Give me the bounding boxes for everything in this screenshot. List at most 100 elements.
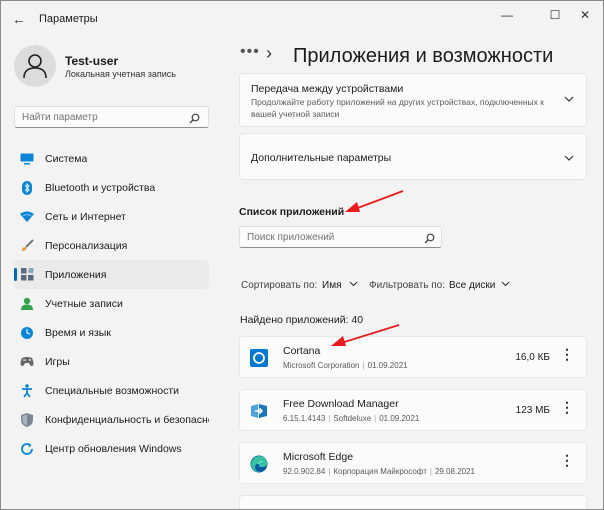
app-size: 16,0 КБ — [515, 352, 550, 363]
accessibility-icon — [20, 383, 34, 398]
app-name: Free Download Manager — [283, 398, 399, 410]
sidebar-item-personalization[interactable]: Персонализация — [14, 231, 209, 260]
app-meta: 92.0.902.84 | Корпорация Майкрософт | 29.08.… — [283, 467, 475, 476]
sidebar-item-label: Конфиденциальность и безопасность — [45, 413, 209, 426]
apps-found-count: Найдено приложений: 40 — [240, 314, 364, 326]
edge-icon — [250, 455, 268, 473]
app-row-free-download-manager[interactable]: Free Download Manager 6.15.1.4143 | Softde… — [239, 389, 587, 431]
meta-separator: | — [328, 414, 331, 423]
sidebar-item-windows-update[interactable]: Центр обновления Windows — [14, 434, 209, 463]
title-bar: ← Параметры — ☐ ✕ — [1, 1, 603, 35]
back-button[interactable]: ← — [9, 9, 29, 29]
maximize-button[interactable]: ☐ — [539, 5, 571, 25]
sidebar-item-time-language[interactable]: Время и язык — [14, 318, 209, 347]
sidebar-item-accounts[interactable]: Учетные записи — [14, 289, 209, 318]
sidebar-item-gaming[interactable]: Игры — [14, 347, 209, 376]
settings-window: ← Параметры — ☐ ✕ Test-user Локальная уч… — [0, 0, 604, 510]
app-install-date: 01.09.2021 — [379, 414, 420, 423]
app-publisher: Корпорация Майкрософт — [333, 467, 427, 476]
wifi-icon — [20, 210, 34, 224]
person-icon — [20, 297, 34, 311]
card-title: Передача между устройствами — [251, 83, 404, 95]
user-avatar-icon — [23, 54, 47, 79]
sidebar-item-apps[interactable]: Приложения — [14, 260, 209, 289]
minimize-button[interactable]: — — [491, 5, 523, 25]
sidebar-item-label: Система — [45, 152, 88, 165]
close-button[interactable]: ✕ — [569, 5, 601, 25]
sort-label: Сортировать по: — [241, 280, 318, 291]
app-row-microsoft-edge[interactable]: Microsoft Edge 92.0.902.84 | Корпорация Ма… — [239, 442, 587, 484]
app-row-partial[interactable] — [239, 495, 587, 509]
fdm-icon — [250, 402, 268, 420]
app-install-date: 01.09.2021 — [367, 361, 408, 370]
sidebar-item-label: Учетные записи — [45, 297, 123, 310]
sidebar-item-system[interactable]: Система — [14, 144, 209, 173]
breadcrumb-separator: › — [266, 43, 272, 63]
app-row-cortana[interactable]: Cortana Microsoft Corporation | 01.09.2021… — [239, 336, 587, 378]
settings-search-input[interactable] — [15, 107, 175, 128]
share-across-devices-card[interactable]: Передача между устройствами Продолжайте … — [239, 73, 587, 127]
app-meta: Microsoft Corporation | 01.09.2021 — [283, 361, 408, 370]
filter-dropdown[interactable]: Все диски — [449, 280, 495, 291]
app-publisher: Microsoft Corporation — [283, 361, 360, 370]
chevron-down-icon[interactable] — [564, 153, 574, 164]
app-search-input[interactable] — [240, 227, 410, 248]
search-icon[interactable] — [189, 111, 200, 129]
chevron-down-icon[interactable] — [564, 94, 574, 105]
more-options-icon[interactable]: ⋮ — [560, 347, 574, 361]
more-options-icon[interactable]: ⋮ — [560, 400, 574, 414]
update-icon — [20, 442, 34, 456]
sidebar-item-network[interactable]: Сеть и Интернет — [14, 202, 209, 231]
sidebar-item-label: Bluetooth и устройства — [45, 181, 156, 194]
app-name: Cortana — [283, 345, 321, 357]
sidebar-item-label: Время и язык — [45, 326, 111, 339]
sidebar-item-accessibility[interactable]: Специальные возможности — [14, 376, 209, 405]
meta-separator: | — [328, 467, 331, 476]
monitor-icon — [20, 152, 34, 166]
avatar[interactable] — [14, 45, 56, 87]
cortana-icon — [250, 349, 268, 367]
profile-account-type: Локальная учетная запись — [65, 69, 176, 79]
sidebar-item-label: Центр обновления Windows — [45, 442, 182, 455]
brush-icon — [20, 239, 34, 253]
filter-label: Фильтровать по: — [369, 280, 446, 291]
profile-name: Test-user — [65, 54, 119, 68]
apps-icon — [20, 268, 34, 282]
shield-icon — [20, 412, 34, 427]
sort-dropdown[interactable]: Имя — [322, 280, 341, 291]
sidebar-item-label: Сеть и Интернет — [45, 210, 126, 223]
chevron-down-icon[interactable] — [501, 279, 510, 289]
app-meta: 6.15.1.4143 | Softdeluxe | 01.09.2021 — [283, 414, 419, 423]
page-title: Приложения и возможности — [293, 45, 554, 67]
app-size: 123 МБ — [515, 405, 550, 416]
app-install-date: 29.08.2021 — [434, 467, 475, 476]
app-name: Microsoft Edge — [283, 451, 354, 463]
meta-separator: | — [374, 414, 377, 423]
sidebar-item-privacy[interactable]: Конфиденциальность и безопасность — [14, 405, 209, 434]
app-publisher: Softdeluxe — [333, 414, 372, 423]
sidebar-item-label: Игры — [45, 355, 70, 368]
settings-search — [14, 106, 209, 128]
globe-clock-icon — [20, 326, 34, 340]
more-options-icon[interactable]: ⋮ — [560, 453, 574, 467]
meta-separator: | — [429, 467, 432, 476]
chevron-down-icon[interactable] — [349, 279, 358, 289]
sidebar-item-label: Специальные возможности — [45, 384, 180, 397]
sidebar-nav: Система Bluetooth и устройства Сеть и Ин… — [14, 144, 209, 463]
card-title: Дополнительные параметры — [251, 152, 392, 164]
app-search — [239, 226, 442, 248]
meta-separator: | — [362, 361, 365, 370]
card-description: Продолжайте работу приложений на других … — [251, 97, 544, 119]
advanced-options-card[interactable]: Дополнительные параметры — [239, 133, 587, 180]
app-version: 6.15.1.4143 — [283, 414, 326, 423]
search-icon[interactable] — [424, 231, 435, 249]
gamepad-icon — [20, 355, 34, 369]
annotation-arrow-app-list — [345, 190, 404, 212]
app-version: 92.0.902.84 — [283, 467, 326, 476]
app-list-heading: Список приложений — [239, 206, 345, 218]
bluetooth-icon — [20, 180, 34, 195]
sidebar-item-label: Персонализация — [45, 239, 128, 252]
sidebar-item-bluetooth[interactable]: Bluetooth и устройства — [14, 173, 209, 202]
breadcrumb-overflow-button[interactable]: ••• — [240, 43, 260, 61]
sidebar-item-label: Приложения — [45, 268, 107, 281]
